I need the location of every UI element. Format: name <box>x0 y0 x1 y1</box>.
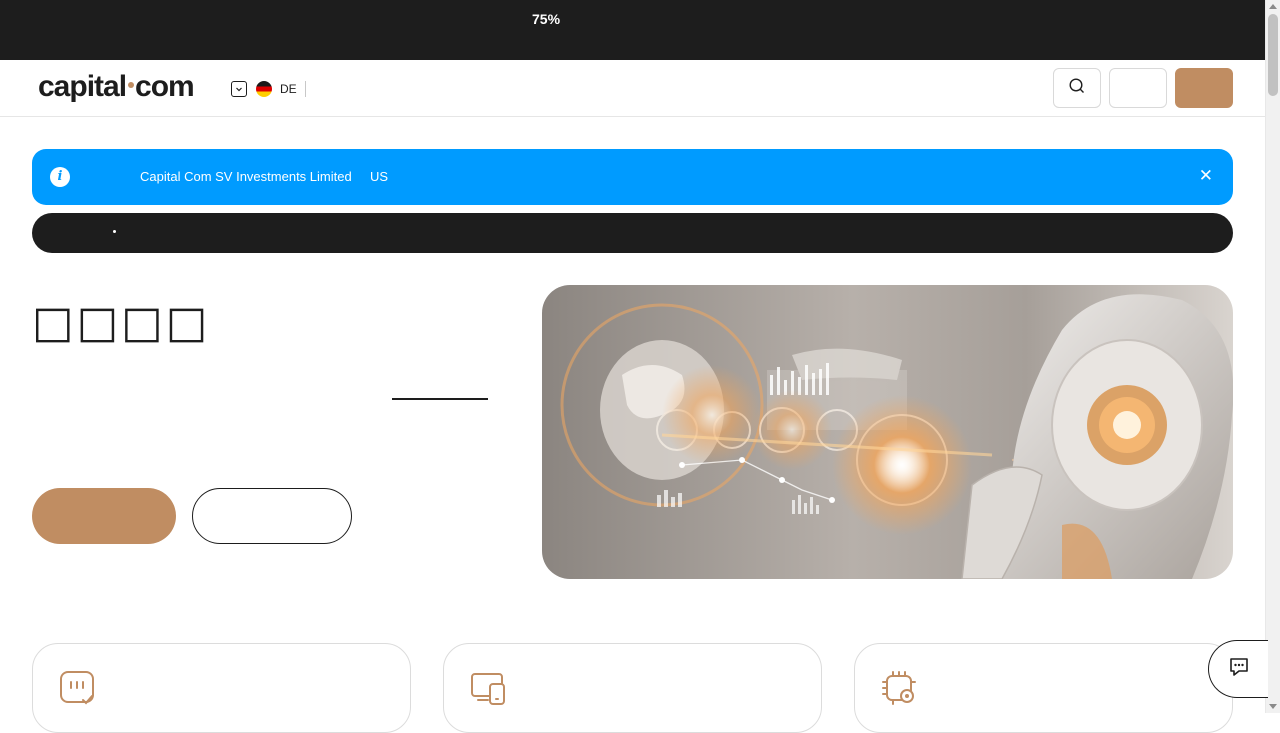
risk-warning-bar <box>32 213 1233 253</box>
feature-card[interactable] <box>443 643 822 733</box>
login-button[interactable] <box>1109 68 1167 108</box>
capital-com-logo[interactable]: capital com <box>38 70 195 104</box>
notice-region-text: US <box>370 169 389 184</box>
live-chat-button[interactable] <box>1208 640 1268 698</box>
logo-text-right: com <box>135 70 195 103</box>
zoom-level: 75% <box>532 11 561 27</box>
chevron-down-icon[interactable] <box>231 81 247 97</box>
feature-card[interactable] <box>32 643 411 733</box>
notice-entity-text: Capital Com SV Investments Limited <box>140 169 352 184</box>
language-selector[interactable]: DE <box>231 80 306 98</box>
search-icon <box>1068 77 1086 99</box>
divider <box>304 81 306 97</box>
scroll-down-arrow-icon[interactable] <box>1269 704 1277 709</box>
page-scrollbar[interactable] <box>1265 0 1280 713</box>
devices-icon <box>470 670 508 708</box>
scroll-up-arrow-icon[interactable] <box>1269 4 1277 9</box>
chat-bubble-icon <box>1228 656 1250 682</box>
germany-flag-icon <box>256 81 272 97</box>
bullet-dot <box>113 230 116 233</box>
sign-up-button[interactable] <box>1175 68 1233 108</box>
ai-chip-settings-icon <box>881 670 919 708</box>
feature-card[interactable] <box>854 643 1233 733</box>
site-header: capital com DE <box>0 60 1265 117</box>
ai-robot-world-map-image <box>542 285 1233 579</box>
logo-dot <box>128 81 135 88</box>
scrollbar-thumb[interactable] <box>1268 14 1278 96</box>
chat-check-icon <box>59 670 97 708</box>
language-code: DE <box>280 82 297 96</box>
hero-underline <box>392 398 488 400</box>
primary-cta-button[interactable] <box>32 488 176 544</box>
close-icon[interactable]: ✕ <box>1199 168 1213 185</box>
hero-title: □□□□ <box>32 297 211 348</box>
info-icon: i <box>50 167 70 187</box>
top-bar: 75% <box>0 0 1265 60</box>
secondary-cta-button[interactable] <box>192 488 352 544</box>
logo-text-left: capital <box>38 70 127 103</box>
search-button[interactable] <box>1053 68 1101 108</box>
regional-notice-banner: i Capital Com SV Investments Limited US … <box>32 149 1233 205</box>
